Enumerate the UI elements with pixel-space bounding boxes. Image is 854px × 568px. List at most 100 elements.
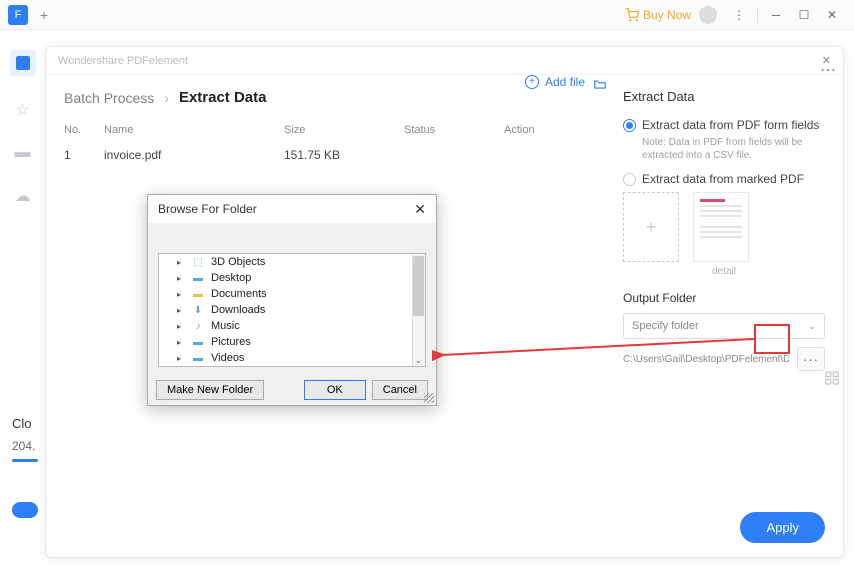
folder-icon: ▬ [191,273,205,284]
option-marked-pdf[interactable]: Extract data from marked PDF [623,172,825,186]
expand-icon[interactable]: ▸ [177,338,185,347]
tree-item[interactable]: ▸ ▬ Documents [159,286,425,302]
annotation-highlight [754,324,790,354]
folder-icon: ⬇ [191,305,205,316]
radio-checked-icon [623,119,636,132]
folder-icon: ▬ [191,353,205,364]
dropdown-label: Specify folder [632,320,699,332]
titlebar: F + Buy Now ⋮ ─ ☐ ✕ [0,0,854,30]
scroll-down-icon[interactable]: ⌄ [415,356,422,365]
chevron-down-icon: ⌄ [808,321,816,332]
rail-home[interactable] [10,50,36,76]
grid-view-icon[interactable] [824,370,840,391]
option-form-fields[interactable]: Extract data from PDF form fields [623,118,825,132]
browse-folder-button[interactable]: ··· [797,347,825,371]
tree-item-label: Documents [211,288,267,300]
maximize-button[interactable]: ☐ [790,5,818,25]
dialog-close-icon[interactable]: ✕ [414,201,426,218]
menu-dots-icon[interactable]: ⋮ [725,5,753,25]
tree-item-label: Downloads [211,304,265,316]
scrollbar[interactable]: ⌄ [412,254,425,366]
rail-folder-icon[interactable]: ▬ [15,144,31,162]
chevron-right-icon: › [164,90,169,106]
cell-no: 1 [64,148,104,162]
dialog-titlebar: Browse For Folder ✕ [148,195,436,223]
expand-icon[interactable]: ▸ [177,354,185,363]
left-panel-fragment: Clo 204. [12,416,38,538]
expand-icon[interactable]: ▸ [177,306,185,315]
tree-item-label: Videos [211,352,244,364]
plus-circle-icon: + [525,75,539,89]
rail-star-icon[interactable]: ☆ [15,100,29,120]
resize-grip-icon[interactable] [424,393,434,403]
detail-label: detail [623,266,825,277]
add-thumb[interactable]: + [623,192,679,262]
rail-cloud-icon[interactable]: ☁ [15,186,31,206]
expand-icon[interactable]: ▸ [177,258,185,267]
breadcrumb-current: Extract Data [179,89,267,106]
folder-tree[interactable]: ▸ ⬚ 3D Objects ▸ ▬ Desktop ▸ ▬ Documents ▸ ⬇ Downlo… [158,253,426,367]
expand-icon[interactable]: ▸ [177,290,185,299]
cart-icon [625,8,639,22]
right-title: Extract Data [623,89,825,104]
th-name: Name [104,124,284,136]
folder-icon: ▬ [191,289,205,300]
make-new-folder-button[interactable]: Make New Folder [156,380,264,400]
cloud-label-fragment: Clo [12,416,38,431]
radio-unchecked-icon [623,173,636,186]
dialog-title: Browse For Folder [158,202,257,216]
modal-header: Wondershare PDFelement ✕ [46,47,843,75]
th-size: Size [284,124,404,136]
table-row[interactable]: 1 invoice.pdf 151.75 KB [64,142,605,168]
add-file-link[interactable]: + Add file [525,75,585,89]
app-logo: F [8,5,28,25]
tree-item[interactable]: ▸ ▬ Pictures [159,334,425,350]
scrollbar-thumb[interactable] [413,256,424,316]
th-no: No. [64,124,104,136]
buy-now-link[interactable]: Buy Now [625,8,691,22]
new-tab-button[interactable]: + [40,7,48,23]
breadcrumb: Batch Process › Extract Data [64,89,605,106]
cell-name: invoice.pdf [104,148,284,162]
option-form-label: Extract data from PDF form fields [642,118,819,132]
modal-app-name: Wondershare PDFelement [58,55,188,67]
avatar-icon[interactable] [699,6,717,24]
breadcrumb-prev[interactable]: Batch Process [64,90,154,106]
tree-item[interactable]: ▸ ⬇ Downloads [159,302,425,318]
expand-icon[interactable]: ▸ [177,322,185,331]
tree-item[interactable]: ▸ ⬚ 3D Objects [159,254,425,270]
option-form-note: Note: Data in PDF from fields will be ex… [642,136,825,162]
cell-status [404,148,504,162]
apply-button[interactable]: Apply [740,512,825,543]
output-folder-dropdown[interactable]: Specify folder ⌄ [623,313,825,339]
tree-item[interactable]: ▸ ▬ Desktop [159,270,425,286]
progress-bar [12,459,38,462]
folder-icon: ♪ [191,321,205,332]
ok-button[interactable]: OK [304,380,366,400]
buy-now-label: Buy Now [643,8,691,22]
tree-item[interactable]: ▸♪Music [159,318,425,334]
option-marked-label: Extract data from marked PDF [642,172,804,186]
cell-size: 151.75 KB [284,148,404,162]
tree-item[interactable]: ▸ ▬ Videos [159,350,425,366]
th-action: Action [504,124,584,136]
doc-thumb[interactable] [693,192,749,262]
close-button[interactable]: ✕ [818,5,846,25]
tree-item-label: 3D Objects [211,256,265,268]
minimize-button[interactable]: ─ [762,5,790,25]
th-status: Status [404,124,504,136]
overflow-menu-icon[interactable]: ⋯ [820,60,836,80]
tree-item-label: Pictures [211,336,251,348]
output-path: C:\Users\Gail\Desktop\PDFelement\Da [623,354,789,365]
upgrade-button-fragment[interactable] [12,502,38,518]
file-table-header: No. Name Size Status Action [64,118,605,142]
right-sidebar: Extract Data Extract data from PDF form … [605,89,825,557]
add-file-label: Add file [545,75,585,89]
tree-item-label: Desktop [211,272,251,284]
cancel-button[interactable]: Cancel [372,380,428,400]
open-folder-icon[interactable] [593,77,607,96]
folder-icon: ⬚ [191,257,205,268]
cell-action [504,148,584,162]
folder-icon: ▬ [191,337,205,348]
expand-icon[interactable]: ▸ [177,274,185,283]
